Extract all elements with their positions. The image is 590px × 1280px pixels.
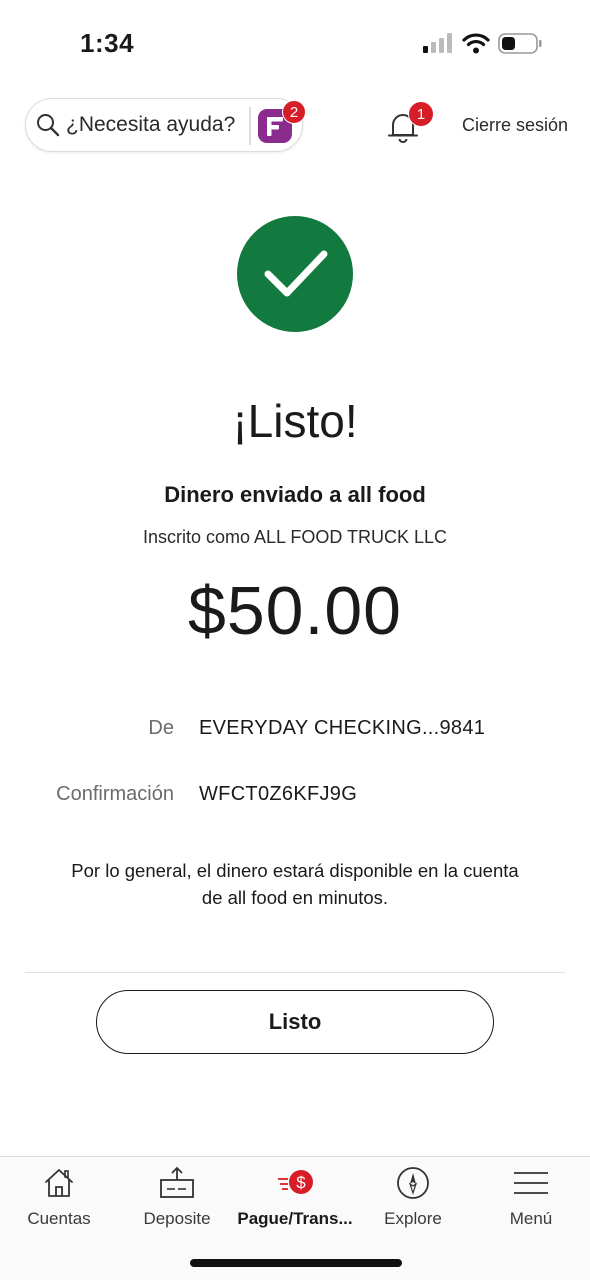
hamburger-menu-icon: [514, 1172, 548, 1194]
availability-note: Por lo general, el dinero estará disponi…: [71, 860, 519, 908]
amount-sent: $50.00: [188, 573, 402, 649]
pay-transfer-icon: $: [278, 1170, 313, 1194]
notifications-badge: 1: [408, 101, 434, 127]
home-icon: [45, 1169, 73, 1197]
success-check-badge: [237, 216, 353, 332]
nav-item-deposit[interactable]: Deposite: [118, 1157, 236, 1247]
from-label: De: [148, 717, 174, 739]
status-time: 1:34: [80, 28, 135, 58]
status-bar: 1:34: [0, 0, 590, 88]
nav-label-menu: Menú: [509, 1209, 553, 1228]
cellular-signal-icon: [423, 33, 452, 53]
nav-item-explore[interactable]: Explore: [354, 1157, 472, 1247]
from-account-value: EVERYDAY CHECKING...9841: [199, 717, 486, 739]
payment-confirmation-screen: 1:34 ¿Necesita ayuda? 2 1 Cierre sesión …: [0, 0, 590, 1280]
logout-link[interactable]: Cierre sesión: [462, 115, 568, 136]
nav-label-accounts: Cuentas: [27, 1209, 91, 1228]
nav-label-deposit: Deposite: [143, 1209, 211, 1228]
nav-label-explore: Explore: [384, 1209, 442, 1228]
fargo-badge: 2: [282, 100, 306, 124]
home-indicator[interactable]: [190, 1259, 402, 1267]
help-search-text: ¿Necesita ayuda?: [66, 113, 236, 136]
search-icon: [37, 114, 60, 137]
done-button[interactable]: Listo: [96, 990, 494, 1054]
recipient-summary: Dinero enviado a all food: [164, 482, 426, 507]
battery-icon: [498, 33, 542, 54]
nav-item-pay-transfer[interactable]: $ Pague/Trans...: [236, 1157, 354, 1247]
enrolled-name: Inscrito como ALL FOOD TRUCK LLC: [142, 527, 448, 547]
compass-icon: [397, 1167, 429, 1199]
deposit-icon: [160, 1166, 194, 1198]
checkmark-icon: [264, 250, 328, 297]
wifi-icon: [462, 33, 490, 54]
svg-text:$: $: [296, 1173, 306, 1192]
nav-item-accounts[interactable]: Cuentas: [0, 1157, 118, 1247]
help-divider: [249, 107, 251, 145]
confirmation-number: WFCT0Z6KFJ9G: [199, 783, 358, 805]
confirmation-label: Confirmación: [56, 783, 174, 805]
nav-label-pay-transfer: Pague/Trans...: [237, 1209, 353, 1228]
help-search-bar[interactable]: ¿Necesita ayuda? 2: [25, 98, 306, 152]
section-divider: [25, 972, 565, 973]
success-headline: ¡Listo!: [232, 395, 358, 447]
nav-item-menu[interactable]: Menú: [472, 1157, 590, 1247]
